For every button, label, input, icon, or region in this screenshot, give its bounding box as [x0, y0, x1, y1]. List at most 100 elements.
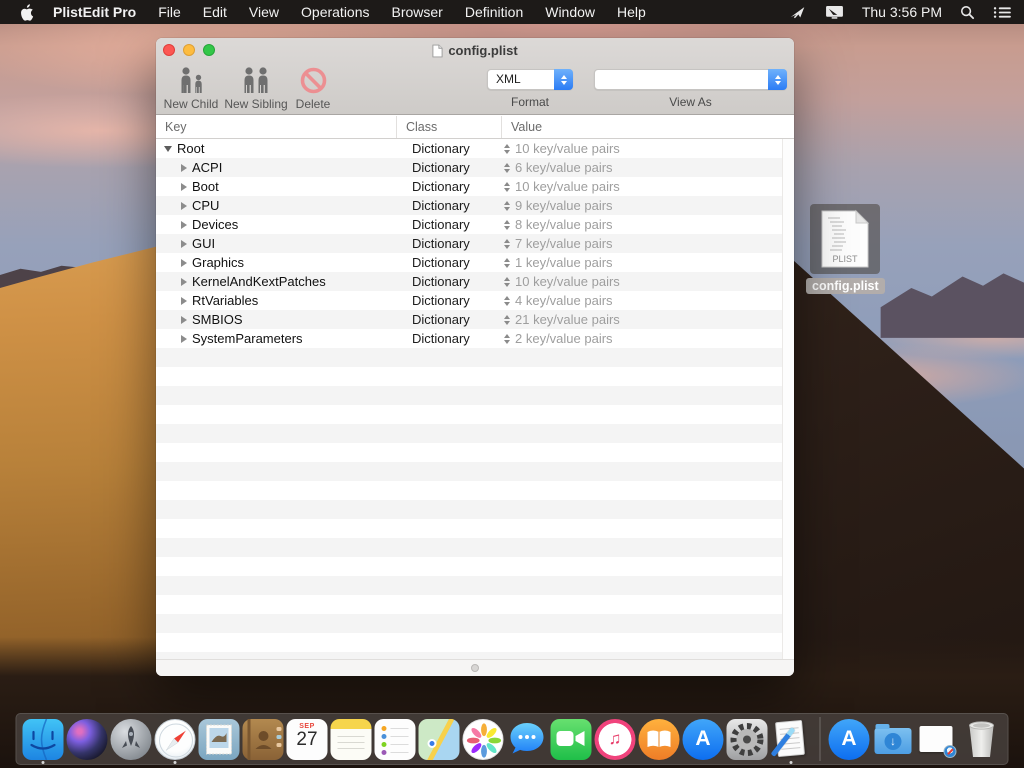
row-class[interactable]: Dictionary — [397, 196, 502, 215]
value-stepper-icon[interactable] — [504, 144, 510, 154]
row-class[interactable]: Dictionary — [397, 329, 502, 348]
disclosure-triangle-icon[interactable] — [181, 221, 187, 229]
vertical-scrollbar[interactable] — [782, 139, 794, 659]
row-class[interactable]: Dictionary — [397, 234, 502, 253]
dock-item-maps[interactable] — [419, 719, 460, 760]
value-stepper-icon[interactable] — [504, 182, 510, 192]
table-row[interactable]: CPUDictionary9 key/value pairs — [156, 196, 782, 215]
disclosure-triangle-icon[interactable] — [164, 146, 172, 152]
dock-item-books[interactable] — [639, 719, 680, 760]
zoom-button[interactable] — [203, 44, 215, 56]
table-row[interactable]: SMBIOSDictionary21 key/value pairs — [156, 310, 782, 329]
value-stepper-icon[interactable] — [504, 277, 510, 287]
value-stepper-icon[interactable] — [504, 315, 510, 325]
siri-icon — [67, 719, 108, 760]
apple-menu[interactable] — [12, 4, 42, 21]
row-class[interactable]: Dictionary — [397, 310, 502, 329]
value-stepper-icon[interactable] — [504, 258, 510, 268]
dock-item-system-preferences[interactable] — [727, 719, 768, 760]
disclosure-triangle-icon[interactable] — [181, 259, 187, 267]
value-stepper-icon[interactable] — [504, 334, 510, 344]
disclosure-triangle-icon[interactable] — [181, 278, 187, 286]
dock-item-contacts[interactable] — [243, 719, 284, 760]
menu-item-app-name[interactable]: PlistEdit Pro — [42, 0, 147, 24]
dock-item-notes[interactable] — [331, 719, 372, 760]
row-class[interactable]: Dictionary — [397, 272, 502, 291]
dock-item-app-store[interactable]: A — [683, 719, 724, 760]
menu-item-operations[interactable]: Operations — [290, 0, 380, 24]
delete-button[interactable]: Delete — [292, 66, 334, 111]
menu-item-file[interactable]: File — [147, 0, 192, 24]
row-class[interactable]: Dictionary — [397, 215, 502, 234]
row-class[interactable]: Dictionary — [397, 139, 502, 158]
disclosure-triangle-icon[interactable] — [181, 335, 187, 343]
table-row[interactable]: RtVariablesDictionary4 key/value pairs — [156, 291, 782, 310]
row-class[interactable]: Dictionary — [397, 158, 502, 177]
menu-item-view[interactable]: View — [238, 0, 290, 24]
dock-item-mail[interactable] — [199, 719, 240, 760]
table-row[interactable]: BootDictionary10 key/value pairs — [156, 177, 782, 196]
dock-item-photos[interactable] — [463, 719, 504, 760]
disclosure-triangle-icon[interactable] — [181, 316, 187, 324]
dock-item-plistedit-pro[interactable] — [771, 719, 812, 760]
value-stepper-icon[interactable] — [504, 201, 510, 211]
disclosure-triangle-icon[interactable] — [181, 183, 187, 191]
dock-item-trash[interactable] — [961, 719, 1002, 760]
table-row[interactable]: GraphicsDictionary1 key/value pairs — [156, 253, 782, 272]
format-popup[interactable]: XML — [487, 69, 573, 90]
dock-item-downloads[interactable]: ↓ — [873, 719, 914, 760]
contacts-icon — [243, 719, 284, 760]
column-header-value[interactable]: Value — [502, 116, 794, 138]
table-row[interactable]: GUIDictionary7 key/value pairs — [156, 234, 782, 253]
remote-cursor-icon[interactable] — [789, 5, 807, 20]
dock-item-launchpad[interactable] — [111, 719, 152, 760]
new-sibling-button[interactable]: New Sibling — [222, 66, 290, 111]
row-class[interactable]: Dictionary — [397, 291, 502, 310]
value-stepper-icon[interactable] — [504, 163, 510, 173]
spotlight-icon[interactable] — [960, 5, 975, 20]
close-button[interactable] — [163, 44, 175, 56]
dock-item-messages[interactable] — [507, 719, 548, 760]
table-row[interactable]: KernelAndKextPatchesDictionary10 key/val… — [156, 272, 782, 291]
table-row[interactable]: DevicesDictionary8 key/value pairs — [156, 215, 782, 234]
screen-sharing-icon[interactable] — [825, 5, 844, 20]
dock-item-itunes[interactable]: ♫ — [595, 719, 636, 760]
disclosure-triangle-icon[interactable] — [181, 164, 187, 172]
column-header-key[interactable]: Key — [156, 116, 397, 138]
dock-item-minimized-window[interactable] — [917, 719, 958, 760]
row-class[interactable]: Dictionary — [397, 177, 502, 196]
new-child-button[interactable]: New Child — [162, 66, 220, 111]
table-row[interactable]: SystemParametersDictionary2 key/value pa… — [156, 329, 782, 348]
menu-item-window[interactable]: Window — [534, 0, 606, 24]
value-stepper-icon[interactable] — [504, 220, 510, 230]
menu-item-definition[interactable]: Definition — [454, 0, 534, 24]
menu-bar-clock[interactable]: Thu 3:56 PM — [862, 4, 942, 20]
table-row[interactable]: RootDictionary10 key/value pairs — [156, 139, 782, 158]
resize-handle[interactable] — [471, 664, 479, 672]
dock-item-reminders[interactable] — [375, 719, 416, 760]
disclosure-triangle-icon[interactable] — [181, 202, 187, 210]
value-stepper-icon[interactable] — [504, 296, 510, 306]
menu-item-help[interactable]: Help — [606, 0, 657, 24]
row-class[interactable]: Dictionary — [397, 253, 502, 272]
menu-item-browser[interactable]: Browser — [381, 0, 454, 24]
dock-item-facetime[interactable] — [551, 719, 592, 760]
table-row[interactable]: ACPIDictionary6 key/value pairs — [156, 158, 782, 177]
launchpad-icon — [111, 719, 152, 760]
title-bar[interactable]: config.plist — [156, 38, 794, 63]
dock-item-finder[interactable] — [23, 719, 64, 760]
dock-item-calendar[interactable]: SEP 27 — [287, 719, 328, 760]
disclosure-triangle-icon[interactable] — [181, 240, 187, 248]
desktop-file-config-plist[interactable]: PLIST config.plist — [806, 204, 884, 295]
value-stepper-icon[interactable] — [504, 239, 510, 249]
column-header-class[interactable]: Class — [397, 116, 502, 138]
menu-list-icon[interactable] — [993, 6, 1012, 19]
view-as-popup[interactable] — [594, 69, 787, 90]
row-value: 10 key/value pairs — [515, 177, 620, 196]
menu-item-edit[interactable]: Edit — [192, 0, 238, 24]
minimize-button[interactable] — [183, 44, 195, 56]
dock-item-applications[interactable]: A — [829, 719, 870, 760]
disclosure-triangle-icon[interactable] — [181, 297, 187, 305]
dock-item-safari[interactable] — [155, 719, 196, 760]
dock-item-siri[interactable] — [67, 719, 108, 760]
